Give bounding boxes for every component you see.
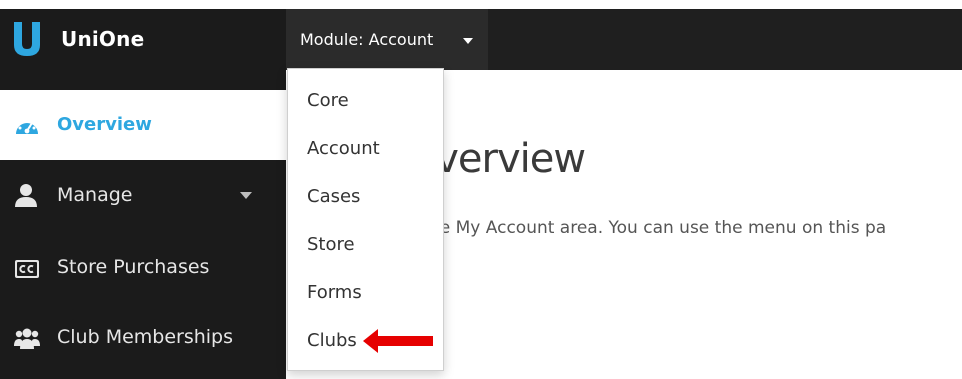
brand[interactable]: UniOne: [0, 9, 286, 70]
sidebar-item-label: Store Purchases: [57, 256, 210, 278]
menu-item-account[interactable]: Account: [307, 138, 380, 159]
cc-icon: [15, 260, 39, 278]
sidebar-item-manage[interactable]: Manage: [0, 160, 286, 228]
sidebar: Overview Manage Store Purchases Club Mem…: [0, 70, 286, 379]
caret-down-icon: [463, 38, 473, 44]
unione-logo-icon: [14, 22, 40, 56]
module-dropdown-label: Module: Account: [300, 30, 434, 49]
user-icon: [15, 184, 37, 207]
app-window: UniOne Module: Account Overview Manage S…: [0, 0, 962, 379]
red-arrow-annotation-icon: [363, 329, 433, 353]
caret-down-icon: [240, 192, 252, 199]
users-icon: [14, 328, 40, 349]
menu-item-core[interactable]: Core: [307, 90, 349, 111]
menu-item-forms[interactable]: Forms: [307, 282, 362, 303]
module-dropdown-menu: Core Account Cases Store Forms Clubs: [287, 68, 444, 371]
top-navbar: UniOne Module: Account: [0, 9, 962, 70]
sidebar-item-label: Overview: [57, 114, 152, 135]
sidebar-item-label: Manage: [57, 184, 133, 206]
sidebar-item-overview[interactable]: Overview: [0, 90, 286, 160]
dashboard-icon: [16, 120, 38, 134]
sidebar-item-store-purchases[interactable]: Store Purchases: [0, 230, 286, 298]
sidebar-item-label: Club Memberships: [57, 326, 234, 348]
menu-item-cases[interactable]: Cases: [307, 186, 360, 207]
menu-item-store[interactable]: Store: [307, 234, 355, 255]
module-dropdown-toggle[interactable]: Module: Account: [286, 9, 488, 70]
intro-text: he My Account area. You can use the menu…: [429, 218, 887, 238]
sidebar-item-club-memberships[interactable]: Club Memberships: [0, 300, 286, 368]
menu-item-clubs[interactable]: Clubs: [307, 330, 357, 351]
brand-name: UniOne: [61, 27, 145, 51]
